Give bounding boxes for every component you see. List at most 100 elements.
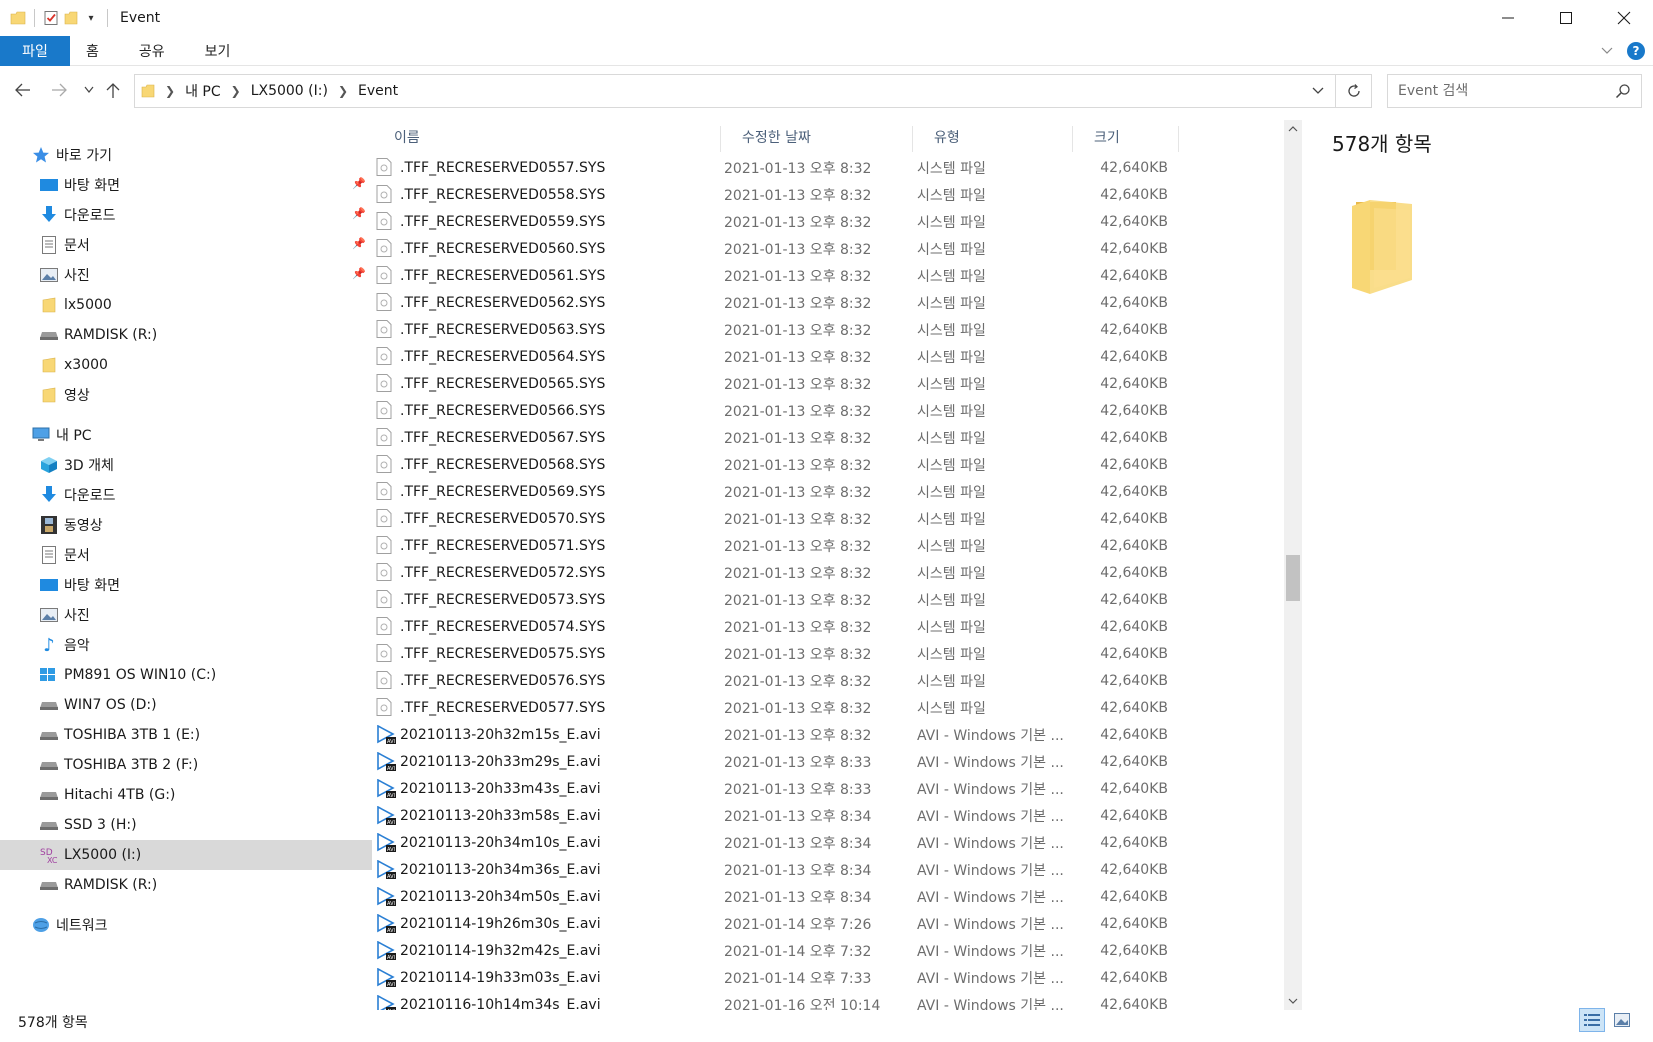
maximize-button[interactable] — [1537, 0, 1595, 36]
column-header-type[interactable]: 유형 — [912, 120, 1072, 154]
nav-quick-access[interactable]: 바로 가기 — [0, 140, 372, 170]
breadcrumb-separator-icon[interactable]: ❯ — [165, 84, 175, 98]
nav-item-music[interactable]: ♪ 음악 — [0, 630, 372, 660]
file-name-cell[interactable]: AVI 20210114-19h32m42s_E.avi — [376, 937, 736, 964]
tab-share[interactable]: 공유 — [119, 36, 185, 66]
file-row[interactable]: AVI 20210114-19h32m42s_E.avi 2021-01-14 오후… — [372, 937, 1296, 964]
column-header-date[interactable]: 수정한 날짜 ⌃ — [720, 120, 912, 154]
pin-icon[interactable]: 📌 — [352, 237, 366, 250]
nav-item-pictures[interactable]: 사진 📌 — [0, 260, 372, 290]
nav-item-pc-pictures[interactable]: 사진 — [0, 600, 372, 630]
search-icon[interactable] — [1615, 83, 1631, 103]
nav-item-drive-h[interactable]: SSD 3 (H:) — [0, 810, 372, 840]
address-bar[interactable]: ❯ 내 PC ❯ LX5000 (I:) ❯ Event — [134, 74, 1336, 108]
search-input[interactable] — [1398, 83, 1598, 99]
minimize-button[interactable] — [1479, 0, 1537, 36]
nav-item-drive-r[interactable]: RAMDISK (R:) — [0, 870, 372, 900]
nav-item-pc-documents[interactable]: 문서 — [0, 540, 372, 570]
file-name-cell[interactable]: .TFF_RECRESERVED0557.SYS — [376, 154, 736, 181]
file-row[interactable]: .TFF_RECRESERVED0569.SYS 2021-01-13 오후 8:… — [372, 478, 1296, 505]
nav-item-drive-d[interactable]: WIN7 OS (D:) — [0, 690, 372, 720]
breadcrumb-lx5000[interactable]: LX5000 (I:) — [251, 83, 328, 99]
help-button[interactable]: ? — [1627, 42, 1645, 60]
breadcrumb-event[interactable]: Event — [358, 83, 398, 99]
nav-this-pc[interactable]: 내 PC — [0, 420, 372, 450]
file-row[interactable]: AVI 20210114-19h26m30s_E.avi 2021-01-14 오후… — [372, 910, 1296, 937]
nav-item-videos[interactable]: 동영상 — [0, 510, 372, 540]
nav-item-video-folder[interactable]: 영상 — [0, 380, 372, 410]
file-row[interactable]: .TFF_RECRESERVED0575.SYS 2021-01-13 오후 8:… — [372, 640, 1296, 667]
nav-item-drive-i[interactable]: SD XC LX5000 (I:) — [0, 840, 372, 870]
nav-item-desktop[interactable]: 바탕 화면 📌 — [0, 170, 372, 200]
address-dropdown-button[interactable] — [1301, 75, 1335, 107]
file-row[interactable]: AVI 20210113-20h33m43s_E.avi 2021-01-13 오후… — [372, 775, 1296, 802]
breadcrumb-separator-icon[interactable]: ❯ — [231, 84, 241, 98]
file-row[interactable]: AVI 20210113-20h34m50s_E.avi 2021-01-13 오후… — [372, 883, 1296, 910]
file-name-cell[interactable]: .TFF_RECRESERVED0564.SYS — [376, 343, 736, 370]
file-name-cell[interactable]: .TFF_RECRESERVED0560.SYS — [376, 235, 736, 262]
file-name-cell[interactable]: .TFF_RECRESERVED0558.SYS — [376, 181, 736, 208]
nav-item-documents[interactable]: 문서 📌 — [0, 230, 372, 260]
pin-icon[interactable]: 📌 — [352, 207, 366, 220]
file-row[interactable]: .TFF_RECRESERVED0572.SYS 2021-01-13 오후 8:… — [372, 559, 1296, 586]
scroll-down-icon[interactable] — [1284, 992, 1302, 1010]
file-row[interactable]: AVI 20210113-20h34m10s_E.avi 2021-01-13 오후… — [372, 829, 1296, 856]
file-row[interactable]: .TFF_RECRESERVED0561.SYS 2021-01-13 오후 8:… — [372, 262, 1296, 289]
breadcrumb-separator-icon[interactable]: ❯ — [338, 84, 348, 98]
file-name-cell[interactable]: .TFF_RECRESERVED0561.SYS — [376, 262, 736, 289]
file-row[interactable]: AVI 20210114-19h33m03s_E.avi 2021-01-14 오후… — [372, 964, 1296, 991]
file-row[interactable]: .TFF_RECRESERVED0568.SYS 2021-01-13 오후 8:… — [372, 451, 1296, 478]
file-name-cell[interactable]: AVI 20210113-20h33m58s_E.avi — [376, 802, 736, 829]
nav-item-downloads[interactable]: 다운로드 📌 — [0, 200, 372, 230]
file-name-cell[interactable]: .TFF_RECRESERVED0568.SYS — [376, 451, 736, 478]
nav-item-drive-e[interactable]: TOSHIBA 3TB 1 (E:) — [0, 720, 372, 750]
file-name-cell[interactable]: .TFF_RECRESERVED0559.SYS — [376, 208, 736, 235]
scroll-up-icon[interactable] — [1284, 120, 1302, 138]
file-row[interactable]: .TFF_RECRESERVED0563.SYS 2021-01-13 오후 8:… — [372, 316, 1296, 343]
file-name-cell[interactable]: .TFF_RECRESERVED0570.SYS — [376, 505, 736, 532]
nav-item-drive-f[interactable]: TOSHIBA 3TB 2 (F:) — [0, 750, 372, 780]
column-header-size[interactable]: 크기 — [1072, 120, 1182, 154]
file-row[interactable]: .TFF_RECRESERVED0570.SYS 2021-01-13 오후 8:… — [372, 505, 1296, 532]
nav-item-lx5000-folder[interactable]: lx5000 — [0, 290, 372, 320]
file-name-cell[interactable]: .TFF_RECRESERVED0566.SYS — [376, 397, 736, 424]
file-name-cell[interactable]: .TFF_RECRESERVED0574.SYS — [376, 613, 736, 640]
file-row[interactable]: AVI 20210113-20h33m29s_E.avi 2021-01-13 오후… — [372, 748, 1296, 775]
file-row[interactable]: .TFF_RECRESERVED0571.SYS 2021-01-13 오후 8:… — [372, 532, 1296, 559]
file-name-cell[interactable]: AVI 20210113-20h34m10s_E.avi — [376, 829, 736, 856]
scroll-thumb[interactable] — [1286, 555, 1300, 601]
file-row[interactable]: .TFF_RECRESERVED0576.SYS 2021-01-13 오후 8:… — [372, 667, 1296, 694]
file-row[interactable]: AVI 20210113-20h34m36s_E.avi 2021-01-13 오후… — [372, 856, 1296, 883]
file-name-cell[interactable]: .TFF_RECRESERVED0572.SYS — [376, 559, 736, 586]
file-name-cell[interactable]: .TFF_RECRESERVED0565.SYS — [376, 370, 736, 397]
file-name-cell[interactable]: .TFF_RECRESERVED0575.SYS — [376, 640, 736, 667]
file-name-cell[interactable]: AVI 20210116-10h14m34s_E.avi — [376, 991, 736, 1010]
vertical-scrollbar[interactable] — [1284, 120, 1302, 1010]
recent-locations-button[interactable] — [76, 77, 102, 103]
file-name-cell[interactable]: AVI 20210114-19h26m30s_E.avi — [376, 910, 736, 937]
nav-item-drive-g[interactable]: Hitachi 4TB (G:) — [0, 780, 372, 810]
nav-item-x3000-folder[interactable]: x3000 — [0, 350, 372, 380]
nav-item-drive-c[interactable]: PM891 OS WIN10 (C:) — [0, 660, 372, 690]
tab-view[interactable]: 보기 — [185, 36, 251, 66]
file-name-cell[interactable]: AVI 20210114-19h33m03s_E.avi — [376, 964, 736, 991]
expand-ribbon-icon[interactable] — [1601, 44, 1613, 58]
nav-item-pc-downloads[interactable]: 다운로드 — [0, 480, 372, 510]
nav-item-3d-objects[interactable]: 3D 개체 — [0, 450, 372, 480]
nav-network[interactable]: 네트워크 — [0, 910, 372, 940]
file-name-cell[interactable]: AVI 20210113-20h33m43s_E.avi — [376, 775, 736, 802]
column-header-name[interactable]: 이름 — [372, 120, 720, 154]
file-name-cell[interactable]: AVI 20210113-20h34m36s_E.avi — [376, 856, 736, 883]
file-name-cell[interactable]: AVI 20210113-20h34m50s_E.avi — [376, 883, 736, 910]
file-row[interactable]: .TFF_RECRESERVED0566.SYS 2021-01-13 오후 8:… — [372, 397, 1296, 424]
file-row[interactable]: .TFF_RECRESERVED0565.SYS 2021-01-13 오후 8:… — [372, 370, 1296, 397]
file-name-cell[interactable]: .TFF_RECRESERVED0563.SYS — [376, 316, 736, 343]
file-row[interactable]: AVI 20210113-20h33m58s_E.avi 2021-01-13 오후… — [372, 802, 1296, 829]
file-name-cell[interactable]: .TFF_RECRESERVED0577.SYS — [376, 694, 736, 721]
forward-button[interactable] — [46, 77, 72, 103]
back-button[interactable] — [10, 77, 36, 103]
file-row[interactable]: .TFF_RECRESERVED0562.SYS 2021-01-13 오후 8:… — [372, 289, 1296, 316]
search-box[interactable] — [1387, 74, 1642, 108]
new-folder-icon[interactable] — [63, 10, 79, 26]
file-row[interactable]: .TFF_RECRESERVED0573.SYS 2021-01-13 오후 8:… — [372, 586, 1296, 613]
